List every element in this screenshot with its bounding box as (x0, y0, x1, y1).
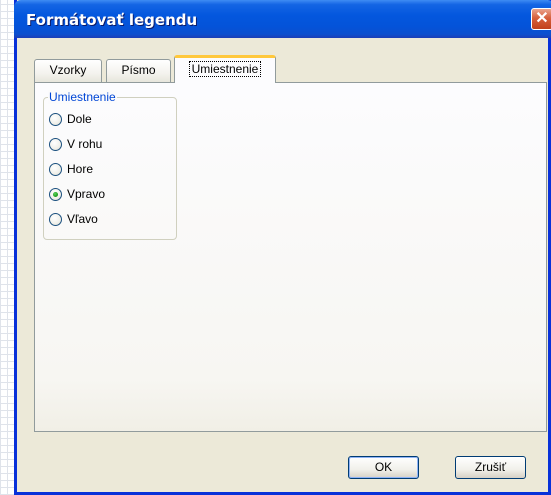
radio-button[interactable] (49, 162, 62, 176)
radio-hore[interactable]: Hore (49, 160, 93, 178)
cancel-button[interactable]: Zrušiť (455, 456, 526, 479)
radio-label: V rohu (67, 137, 103, 151)
radio-label: Dole (67, 112, 92, 126)
ok-button[interactable]: OK (348, 456, 419, 479)
title-bar[interactable]: Formátovať legendu ✕ (14, 0, 551, 38)
radio-button[interactable] (49, 112, 62, 126)
tab-umiestnenie[interactable]: Umiestnenie (174, 55, 276, 83)
radio-label: Vľavo (67, 212, 98, 226)
placement-groupbox: Umiestnenie Dole V rohu Hore Vpravo Vľav… (43, 90, 177, 240)
radio-button-checked[interactable] (49, 187, 62, 201)
dialog-title: Formátovať legendu (26, 11, 198, 29)
close-icon: ✕ (535, 10, 549, 27)
radio-vlavo[interactable]: Vľavo (49, 210, 98, 228)
dialog-window: Formátovať legendu ✕ Vzorky Písmo Umiest… (14, 0, 551, 495)
radio-dole[interactable]: Dole (49, 110, 92, 128)
close-button[interactable]: ✕ (531, 8, 551, 30)
radio-button[interactable] (49, 137, 62, 151)
radio-label: Hore (67, 162, 94, 176)
tab-label: Vzorky (49, 63, 87, 77)
tab-pismo[interactable]: Písmo (106, 59, 171, 82)
radio-label: Vpravo (67, 187, 106, 201)
tab-vzorky[interactable]: Vzorky (34, 59, 102, 82)
radio-vpravo[interactable]: Vpravo (49, 185, 105, 203)
tab-label: Umiestnenie (188, 61, 262, 77)
radio-v-rohu[interactable]: V rohu (49, 135, 102, 153)
group-label: Umiestnenie (48, 90, 117, 104)
tab-label: Písmo (121, 63, 156, 77)
radio-button[interactable] (49, 212, 62, 226)
tab-panel: Umiestnenie Dole V rohu Hore Vpravo Vľav… (34, 82, 547, 432)
